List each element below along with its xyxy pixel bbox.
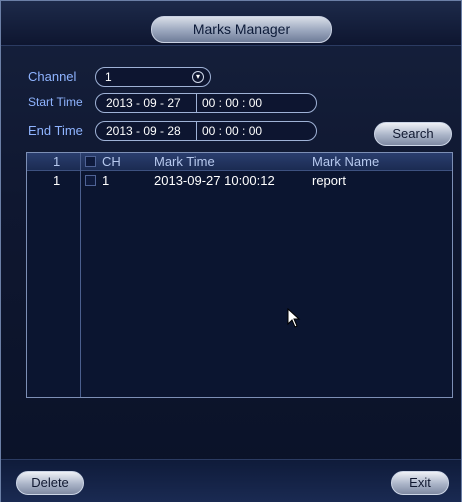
mouse-pointer-icon — [287, 307, 301, 333]
column-header-mark-time[interactable]: Mark Time — [154, 153, 215, 170]
chevron-down-icon[interactable]: ▾ — [192, 71, 204, 83]
channel-select[interactable]: 1 ▾ — [95, 67, 211, 87]
row-checkbox[interactable] — [85, 175, 96, 186]
table-row[interactable]: 1 1 2013-09-27 10:00:12 report — [27, 172, 452, 189]
start-date-input[interactable]: 2013 - 09 - 27 — [96, 94, 181, 112]
bottom-bar: Delete Exit — [1, 459, 461, 502]
table-header: 1 CH Mark Time Mark Name — [27, 153, 452, 171]
column-divider — [80, 153, 81, 397]
start-time-label: Start Time — [28, 95, 83, 109]
channel-value: 1 — [105, 70, 112, 84]
marks-table: 1 CH Mark Time Mark Name 1 1 2013-09-27 … — [26, 152, 453, 398]
start-time-field[interactable]: 2013 - 09 - 27 00 : 00 : 00 — [95, 93, 317, 113]
exit-button[interactable]: Exit — [391, 471, 449, 495]
title-bar: Marks Manager — [1, 1, 461, 46]
row-mark-time: 2013-09-27 10:00:12 — [154, 173, 275, 188]
row-channel: 1 — [102, 173, 110, 188]
start-clock-input[interactable]: 00 : 00 : 00 — [196, 94, 262, 112]
select-all-index[interactable]: 1 — [53, 153, 60, 170]
delete-button[interactable]: Delete — [16, 471, 84, 495]
end-time-field[interactable]: 2013 - 09 - 28 00 : 00 : 00 — [95, 121, 317, 141]
row-index: 1 — [53, 173, 61, 188]
row-mark-name: report — [312, 173, 346, 188]
select-all-checkbox[interactable] — [85, 156, 96, 167]
end-date-input[interactable]: 2013 - 09 - 28 — [96, 122, 181, 140]
end-time-label: End Time — [28, 123, 83, 138]
window-title: Marks Manager — [151, 16, 332, 43]
end-clock-input[interactable]: 00 : 00 : 00 — [196, 122, 262, 140]
search-button[interactable]: Search — [374, 122, 452, 146]
marks-manager-window: Marks Manager Channel 1 ▾ Start Time 201… — [0, 0, 462, 502]
column-header-ch[interactable]: CH — [102, 153, 121, 170]
column-header-mark-name[interactable]: Mark Name — [312, 153, 379, 170]
channel-label: Channel — [28, 69, 77, 84]
